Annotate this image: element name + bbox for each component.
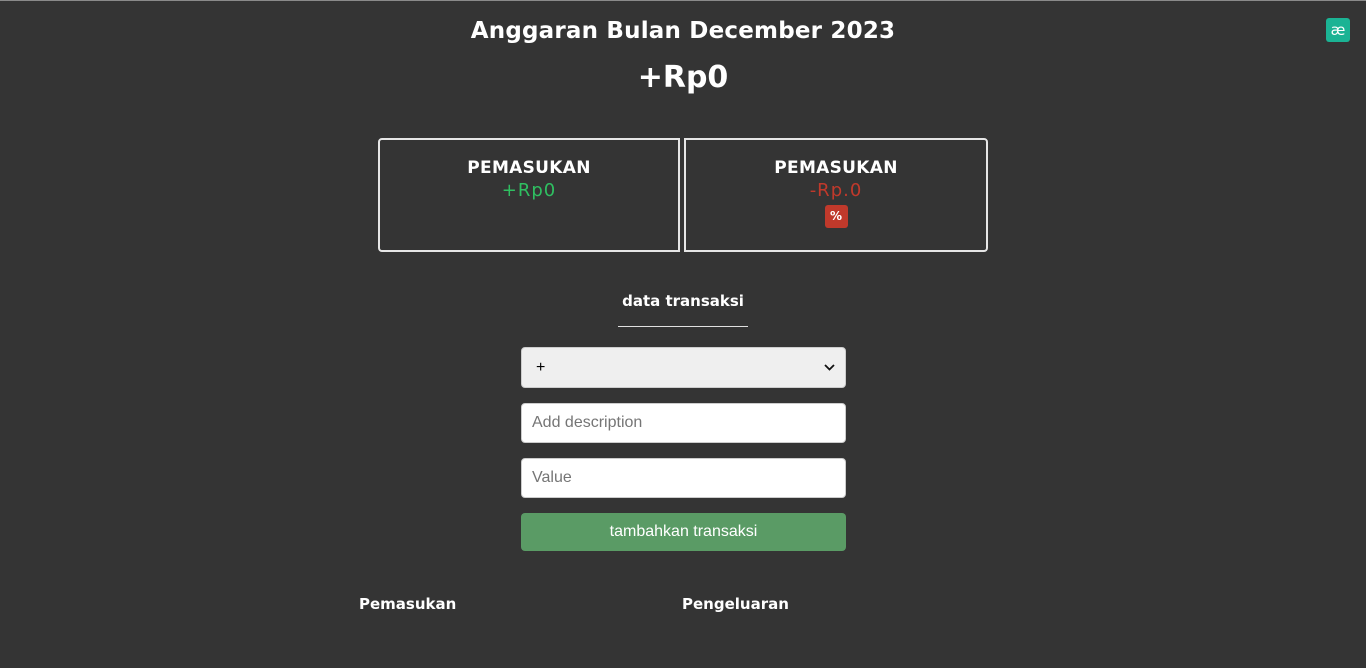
expense-summary-label: PEMASUKAN (774, 158, 898, 178)
top-divider (0, 0, 1366, 1)
add-transaction-button[interactable]: tambahkan transaksi (521, 513, 846, 551)
total-balance: +Rp0 (637, 60, 729, 95)
expense-summary-card: PEMASUKAN -Rp.0 % (684, 138, 988, 252)
income-summary-label: PEMASUKAN (467, 158, 591, 178)
description-input[interactable] (521, 403, 846, 443)
income-summary-value: +Rp0 (501, 180, 557, 201)
expense-list-heading: Pengeluaran (682, 595, 789, 613)
income-summary-card: PEMASUKAN +Rp0 (378, 138, 680, 252)
transaction-type-select[interactable]: + (521, 347, 846, 388)
page-title: Anggaran Bulan December 2023 (470, 18, 896, 44)
extension-logo-icon[interactable]: æ (1326, 18, 1350, 42)
chevron-down-icon (824, 362, 835, 374)
value-input[interactable] (521, 458, 846, 498)
budget-summary: PEMASUKAN +Rp0 PEMASUKAN -Rp.0 % (378, 138, 988, 254)
section-underline (618, 326, 748, 327)
transaction-section-title: data transaksi (622, 292, 744, 310)
expense-percent-badge: % (824, 205, 848, 228)
transaction-type-value: + (536, 358, 546, 376)
expense-summary-value: -Rp.0 (809, 180, 863, 201)
income-list-heading: Pemasukan (359, 595, 457, 613)
